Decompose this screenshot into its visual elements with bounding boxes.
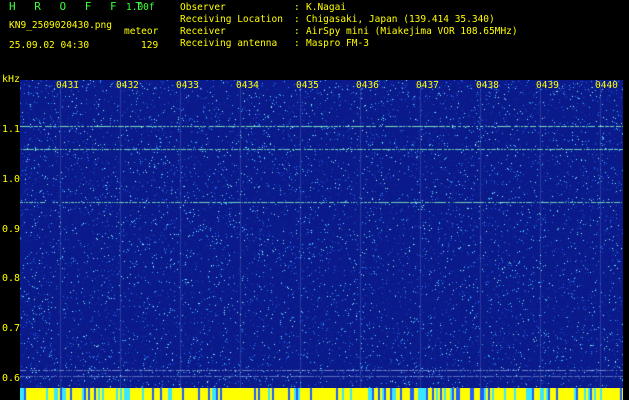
x-tick-label: 0435 bbox=[296, 80, 319, 91]
info-colon: : bbox=[294, 26, 300, 37]
y-tick-label: 0.6 bbox=[2, 373, 21, 384]
info-colon: : bbox=[294, 14, 300, 25]
x-tick-label: 0440 bbox=[595, 80, 618, 91]
spectrogram-display bbox=[20, 80, 623, 400]
info-label-location: Receiving Location bbox=[180, 14, 283, 25]
x-tick-label: 0431 bbox=[56, 80, 79, 91]
x-tick-label: 0439 bbox=[536, 80, 559, 91]
x-tick-label: 0437 bbox=[416, 80, 439, 91]
x-tick-label: 0432 bbox=[116, 80, 139, 91]
info-label-receiver: Receiver bbox=[180, 26, 226, 37]
info-value-observer: K.Nagai bbox=[306, 2, 347, 13]
y-tick-label: 0.7 bbox=[2, 323, 21, 334]
info-label-observer: Observer bbox=[180, 2, 226, 13]
y-tick-label: 1.0 bbox=[2, 174, 21, 185]
x-tick-label: 0433 bbox=[176, 80, 199, 91]
version-label: 1.00f bbox=[126, 2, 155, 13]
x-tick-label: 0434 bbox=[236, 80, 259, 91]
info-label-antenna: Receiving antenna bbox=[180, 38, 278, 49]
info-value-location: Chigasaki, Japan (139.414 35.340) bbox=[306, 14, 495, 25]
info-colon: : bbox=[294, 2, 300, 13]
y-tick-label: 0.8 bbox=[2, 273, 21, 284]
spectrogram-canvas bbox=[20, 80, 623, 400]
info-value-antenna: Maspro FM-3 bbox=[306, 38, 369, 49]
y-axis-unit: kHz bbox=[2, 74, 21, 85]
info-value-receiver: AirSpy mini (Miakejima VOR 108.65MHz) bbox=[306, 26, 518, 37]
y-tick-label: 1.1 bbox=[2, 124, 21, 135]
info-colon: : bbox=[294, 38, 300, 49]
date-time: 25.09.02 04:30 bbox=[9, 40, 90, 51]
y-tick-label: 0.9 bbox=[2, 224, 21, 235]
x-tick-label: 0436 bbox=[356, 80, 379, 91]
signal-level-strip bbox=[20, 388, 623, 400]
mode-label: meteor bbox=[124, 26, 159, 37]
counter: 129 bbox=[141, 40, 159, 51]
x-tick-label: 0438 bbox=[476, 80, 499, 91]
file-name: KN9_2509020430.png bbox=[9, 20, 112, 31]
